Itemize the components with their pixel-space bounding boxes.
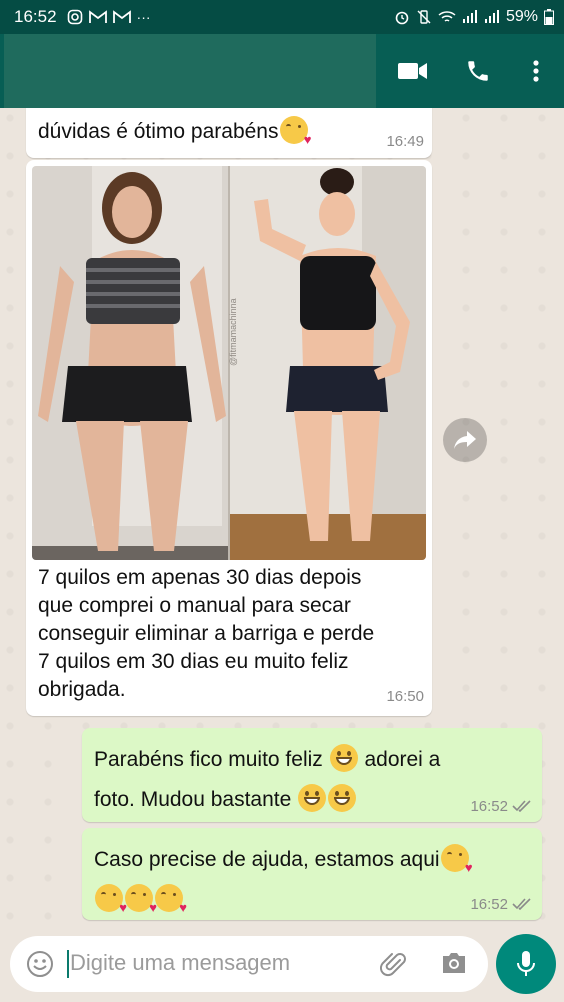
message-text: foto. Mudou bastante	[94, 788, 292, 811]
caption-line: que comprei o manual para secar	[38, 594, 351, 617]
phone-icon	[468, 61, 488, 81]
photo-watermark: @fitmamachinna	[228, 298, 238, 366]
more-icon	[533, 60, 539, 82]
contact-info-redacted[interactable]	[4, 34, 376, 108]
grinning-emoji-icon	[329, 744, 358, 772]
kiss-emoji-icon	[155, 884, 187, 914]
message-time: 16:50	[386, 688, 424, 705]
attach-icon[interactable]	[380, 950, 408, 978]
vibrate-mute-icon	[417, 10, 431, 24]
double-check-icon	[512, 800, 531, 812]
kiss-emoji-icon	[440, 844, 473, 874]
text-cursor	[67, 950, 69, 978]
message-time: 16:49	[386, 133, 424, 150]
system-icons: 59%	[394, 0, 554, 34]
signal-icon	[484, 10, 499, 23]
message-text: Parabéns fico muito feliz	[94, 748, 323, 771]
wifi-icon	[438, 11, 456, 22]
forward-button[interactable]	[443, 418, 487, 462]
composer-bar: Digite uma mensagem	[0, 934, 564, 1002]
chat-header	[0, 34, 564, 108]
instagram-icon	[67, 9, 82, 25]
caption-line: obrigada.	[38, 678, 126, 701]
more-options-button[interactable]	[526, 56, 546, 86]
video-call-icon	[398, 63, 427, 79]
alarm-icon	[395, 11, 409, 25]
incoming-message[interactable]: dúvidas é ótimo parabéns 16:49	[26, 108, 432, 158]
grinning-emoji-icon	[298, 784, 327, 812]
caption-line: conseguir eliminar a barriga e perde	[38, 622, 375, 645]
more-notifications-icon: ···	[136, 9, 151, 25]
emoji-icon[interactable]	[26, 950, 54, 978]
notification-icons: ···	[67, 9, 151, 25]
message-time: 16:52	[470, 896, 508, 913]
kiss-emoji-icon	[95, 884, 127, 914]
camera-icon[interactable]	[440, 950, 468, 976]
kiss-emoji-icon	[279, 116, 311, 146]
voice-record-button[interactable]	[496, 934, 556, 994]
video-call-button[interactable]	[396, 56, 430, 86]
message-placeholder[interactable]: Digite uma mensagem	[70, 950, 290, 976]
photo-image: @fitmamachinna	[32, 166, 426, 560]
before-after-photo[interactable]: @fitmamachinna	[32, 166, 426, 560]
gmail-icon	[112, 10, 131, 23]
status-bar: 16:52 ··· 59%	[0, 0, 564, 34]
message-input[interactable]: Digite uma mensagem	[10, 936, 488, 992]
forward-icon	[454, 431, 476, 449]
message-time: 16:52	[470, 798, 508, 815]
battery-percent: 59%	[505, 8, 538, 25]
chat-area[interactable]: dúvidas é ótimo parabéns 16:49	[0, 108, 564, 934]
message-text: adorei a	[364, 748, 441, 771]
double-check-icon	[512, 898, 531, 910]
outgoing-message[interactable]: Parabéns fico muito feliz adorei a foto.…	[82, 728, 542, 822]
grinning-emoji-icon	[328, 784, 357, 812]
kiss-emoji-icon	[125, 884, 157, 914]
incoming-photo-message[interactable]: @fitmamachinna 7 quilos em apenas 30 dia…	[26, 160, 432, 716]
message-text: Caso precise de ajuda, estamos aqui	[94, 848, 440, 871]
caption-line: 7 quilos em 30 dias eu muito feliz	[38, 650, 349, 673]
signal-icon	[462, 10, 477, 23]
voice-call-button[interactable]	[464, 56, 492, 86]
caption-line: 7 quilos em apenas 30 dias depois	[38, 566, 362, 589]
battery-icon	[544, 9, 554, 25]
message-text: dúvidas é ótimo parabéns	[38, 120, 279, 143]
outgoing-message[interactable]: Caso precise de ajuda, estamos aqui 16:5…	[82, 828, 542, 920]
mic-icon	[517, 951, 535, 976]
status-time: 16:52	[14, 7, 57, 26]
gmail-icon	[88, 10, 107, 23]
